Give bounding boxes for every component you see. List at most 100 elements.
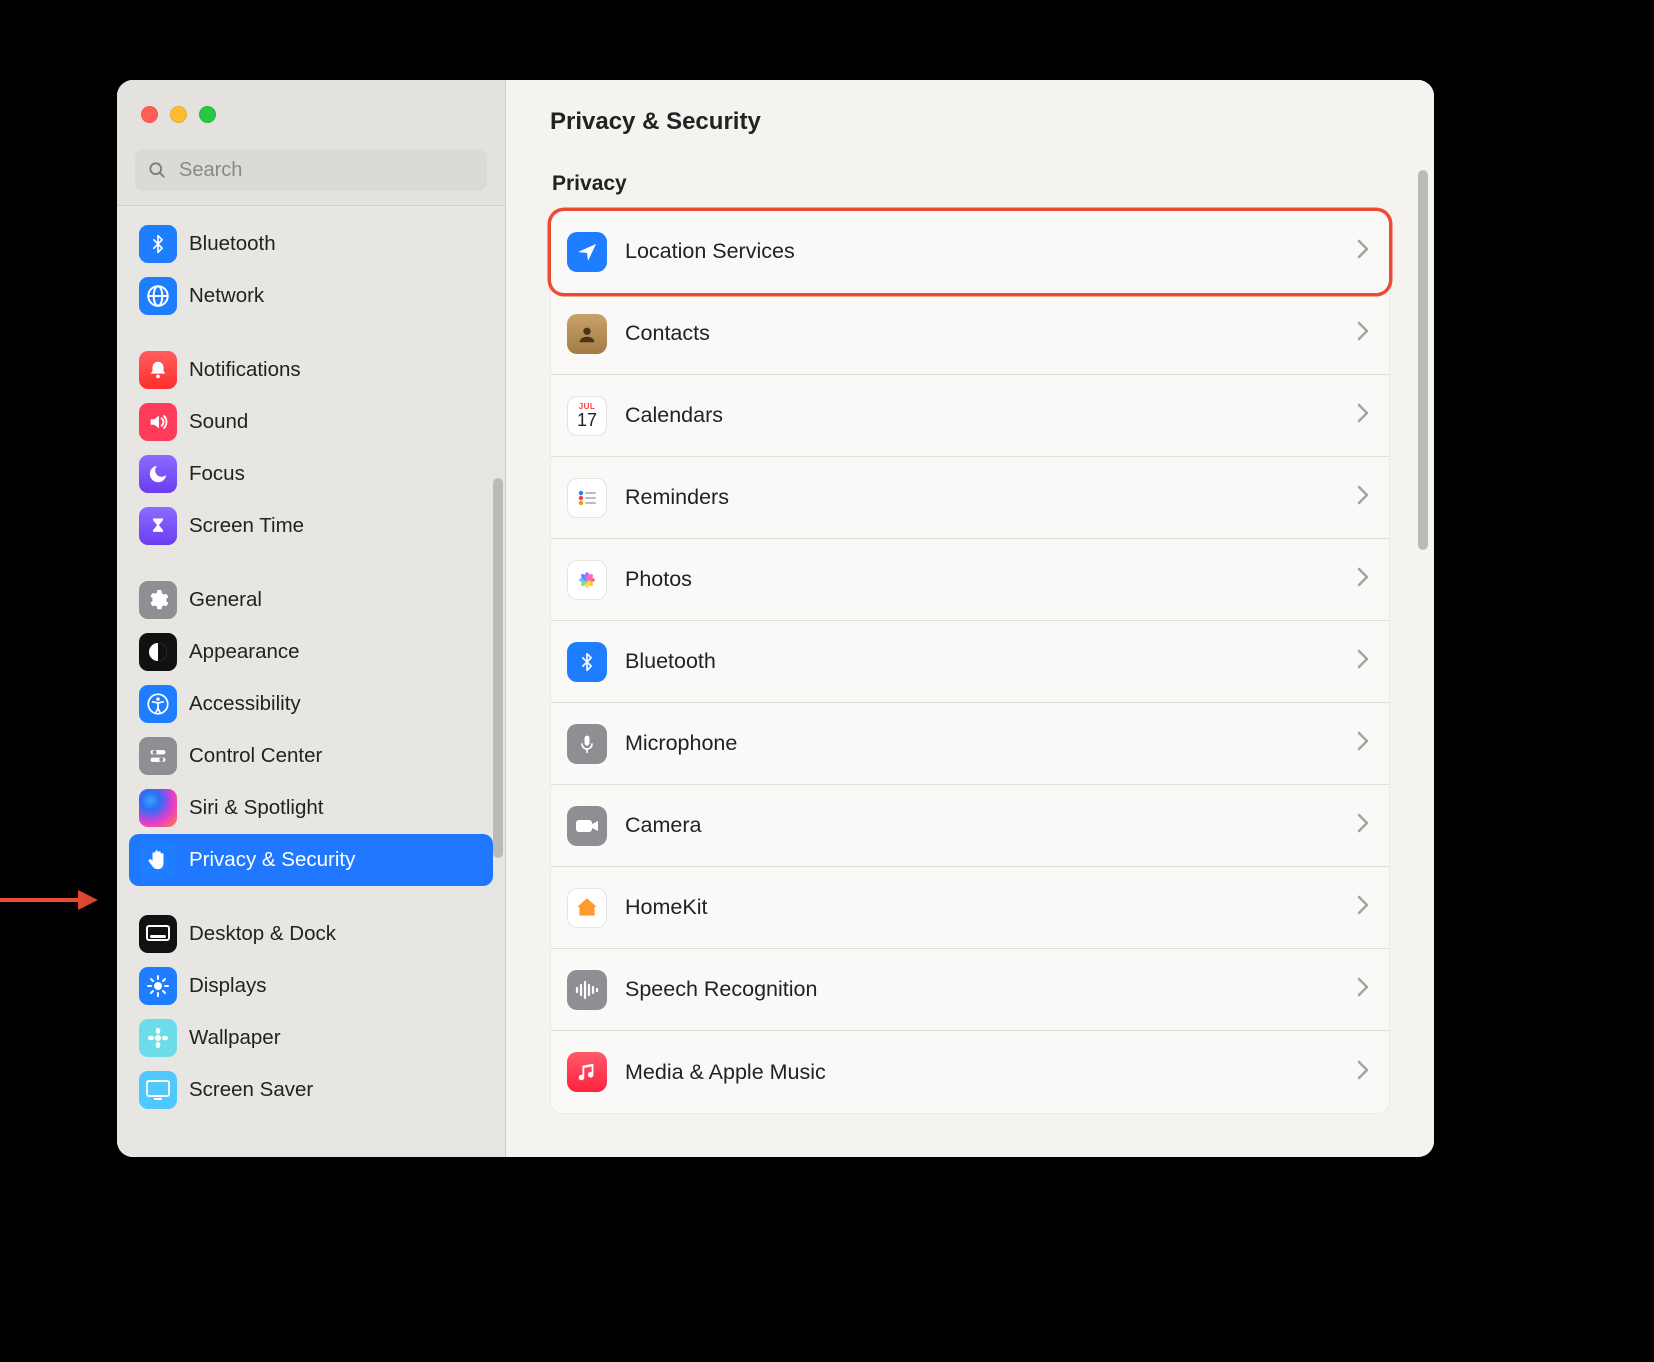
chevron-right-icon: [1357, 239, 1369, 264]
sidebar-item-label: Control Center: [189, 744, 322, 768]
calendar-day-text: 17: [577, 411, 597, 429]
row-label: Calendars: [625, 403, 1357, 428]
sidebar-item-siri[interactable]: Siri & Spotlight: [129, 782, 493, 834]
sidebar-group: Notifications Sound Focus: [129, 338, 493, 568]
sun-icon: [139, 967, 177, 1005]
sidebar-item-label: Accessibility: [189, 692, 301, 716]
row-label: Media & Apple Music: [625, 1060, 1357, 1085]
chevron-right-icon: [1357, 895, 1369, 920]
sidebar-item-label: Appearance: [189, 640, 300, 664]
row-label: Photos: [625, 567, 1357, 592]
accessibility-icon: [139, 685, 177, 723]
minimize-window-button[interactable]: [170, 106, 187, 123]
photos-icon: [567, 560, 607, 600]
sidebar-item-general[interactable]: General: [129, 574, 493, 626]
row-label: HomeKit: [625, 895, 1357, 920]
sidebar-item-label: Focus: [189, 462, 245, 486]
sidebar-item-controlcenter[interactable]: Control Center: [129, 730, 493, 782]
row-label: Speech Recognition: [625, 977, 1357, 1002]
siri-icon: [139, 789, 177, 827]
sidebar-item-label: Screen Time: [189, 514, 304, 538]
row-speech[interactable]: Speech Recognition: [551, 949, 1389, 1031]
sidebar-item-screensaver[interactable]: Screen Saver: [129, 1064, 493, 1116]
camera-icon: [567, 806, 607, 846]
page-title: Privacy & Security: [550, 108, 1390, 136]
sidebar-item-screentime[interactable]: Screen Time: [129, 500, 493, 552]
row-photos[interactable]: Photos: [551, 539, 1389, 621]
sidebar-item-focus[interactable]: Focus: [129, 448, 493, 500]
row-homekit[interactable]: HomeKit: [551, 867, 1389, 949]
sidebar: Bluetooth Network Notifications: [117, 80, 506, 1157]
window-controls: [141, 106, 487, 123]
chevron-right-icon: [1357, 403, 1369, 428]
flower-icon: [139, 1019, 177, 1057]
sidebar-scrollbar[interactable]: [493, 478, 503, 858]
reminders-icon: [567, 478, 607, 518]
sidebar-group: Desktop & Dock Displays Wallpaper: [129, 902, 493, 1132]
sidebar-item-label: Screen Saver: [189, 1078, 313, 1102]
contacts-icon: [567, 314, 607, 354]
chevron-right-icon: [1357, 813, 1369, 838]
sidebar-item-label: Sound: [189, 410, 248, 434]
chevron-right-icon: [1357, 977, 1369, 1002]
row-bluetooth[interactable]: Bluetooth: [551, 621, 1389, 703]
row-calendars[interactable]: JUL 17 Calendars: [551, 375, 1389, 457]
sidebar-item-label: Wallpaper: [189, 1026, 281, 1050]
sidebar-item-label: Desktop & Dock: [189, 922, 336, 946]
sidebar-item-sound[interactable]: Sound: [129, 396, 493, 448]
network-icon: [139, 277, 177, 315]
privacy-list: Location Services Contacts JUL 17: [550, 210, 1390, 1114]
section-header-privacy: Privacy: [552, 172, 1390, 196]
row-label: Camera: [625, 813, 1357, 838]
row-label: Reminders: [625, 485, 1357, 510]
search-input[interactable]: [177, 158, 475, 183]
sidebar-item-label: Bluetooth: [189, 232, 276, 256]
sidebar-list[interactable]: Bluetooth Network Notifications: [117, 206, 505, 1157]
settings-window: Bluetooth Network Notifications: [117, 80, 1434, 1157]
sidebar-item-desktop[interactable]: Desktop & Dock: [129, 908, 493, 960]
row-label: Location Services: [625, 239, 1357, 264]
sliders-icon: [139, 737, 177, 775]
sidebar-item-network[interactable]: Network: [129, 270, 493, 322]
sidebar-item-accessibility[interactable]: Accessibility: [129, 678, 493, 730]
sidebar-item-notifications[interactable]: Notifications: [129, 344, 493, 396]
sidebar-item-label: Siri & Spotlight: [189, 796, 323, 820]
sidebar-item-label: General: [189, 588, 262, 612]
hand-icon: [139, 841, 177, 879]
location-arrow-icon: [567, 232, 607, 272]
close-window-button[interactable]: [141, 106, 158, 123]
home-icon: [567, 888, 607, 928]
sidebar-header: [117, 80, 505, 206]
row-reminders[interactable]: Reminders: [551, 457, 1389, 539]
dock-icon: [139, 915, 177, 953]
content-scrollbar[interactable]: [1418, 170, 1428, 550]
content-pane: Privacy & Security Privacy Location Serv…: [506, 80, 1434, 1157]
bluetooth-icon: [567, 642, 607, 682]
chevron-right-icon: [1357, 485, 1369, 510]
chevron-right-icon: [1357, 321, 1369, 346]
microphone-icon: [567, 724, 607, 764]
row-camera[interactable]: Camera: [551, 785, 1389, 867]
annotation-arrow: [0, 895, 98, 905]
chevron-right-icon: [1357, 731, 1369, 756]
search-field[interactable]: [135, 149, 487, 191]
search-icon: [147, 160, 167, 180]
sidebar-item-bluetooth[interactable]: Bluetooth: [129, 218, 493, 270]
sidebar-item-wallpaper[interactable]: Wallpaper: [129, 1012, 493, 1064]
row-microphone[interactable]: Microphone: [551, 703, 1389, 785]
sidebar-group: General Appearance Accessibility: [129, 568, 493, 902]
chevron-right-icon: [1357, 1060, 1369, 1085]
sidebar-item-appearance[interactable]: Appearance: [129, 626, 493, 678]
sidebar-group: Bluetooth Network: [129, 212, 493, 338]
fullscreen-window-button[interactable]: [199, 106, 216, 123]
sidebar-item-displays[interactable]: Displays: [129, 960, 493, 1012]
bell-icon: [139, 351, 177, 389]
chevron-right-icon: [1357, 649, 1369, 674]
row-media[interactable]: Media & Apple Music: [551, 1031, 1389, 1113]
bluetooth-icon: [139, 225, 177, 263]
music-icon: [567, 1052, 607, 1092]
sidebar-item-privacy[interactable]: Privacy & Security: [129, 834, 493, 886]
row-label: Contacts: [625, 321, 1357, 346]
row-contacts[interactable]: Contacts: [551, 293, 1389, 375]
row-location-services[interactable]: Location Services: [551, 211, 1389, 293]
